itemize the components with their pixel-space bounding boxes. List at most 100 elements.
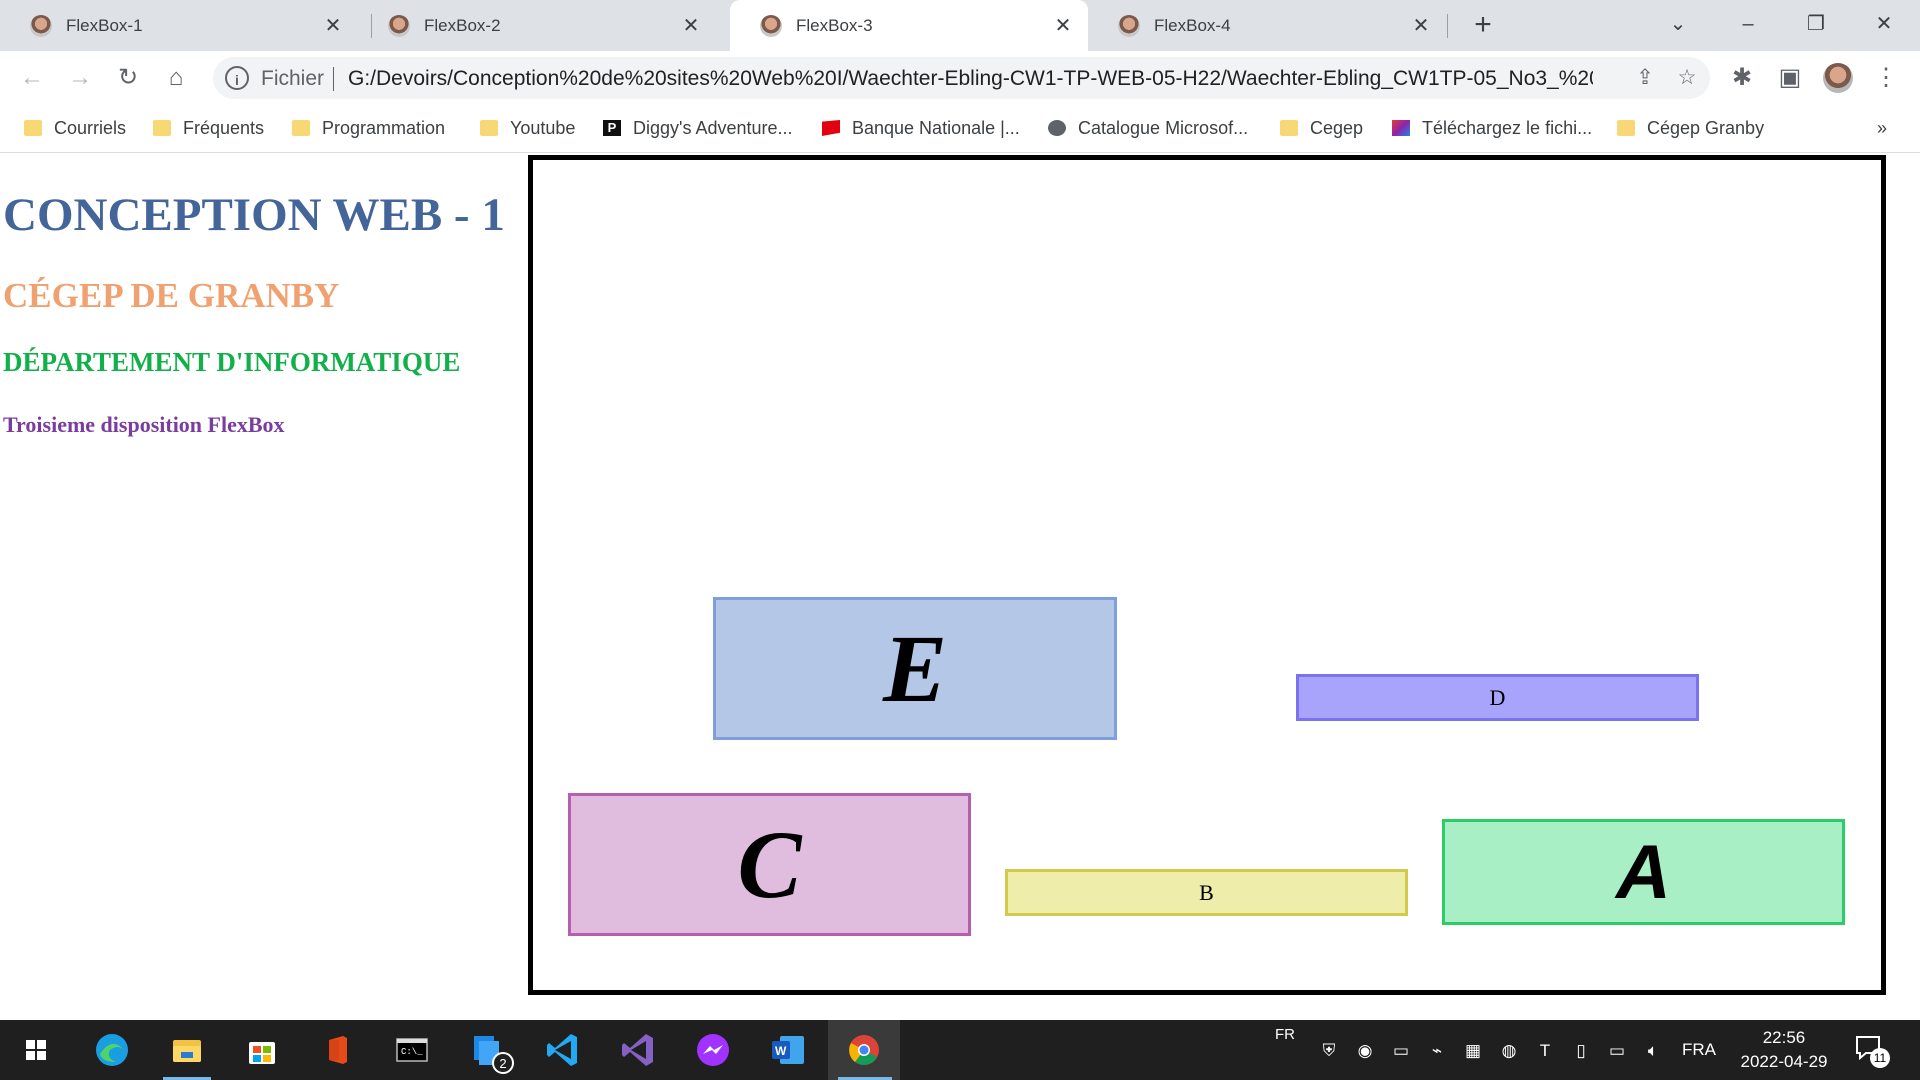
back-icon[interactable]: ← (14, 60, 50, 96)
folder-icon (1280, 120, 1298, 136)
menu-icon[interactable]: ⋮ (1868, 60, 1904, 96)
tab-divider (1447, 14, 1448, 38)
notification-count-badge: 11 (1870, 1048, 1890, 1068)
side-panel-icon[interactable]: ▣ (1772, 60, 1808, 96)
flex-item-d: D (1296, 674, 1699, 721)
tab-search-icon[interactable]: ⌄ (1650, 6, 1706, 42)
folder-icon (24, 120, 42, 136)
address-url[interactable]: G:/Devoirs/Conception%20de%20sites%20Web… (348, 67, 1593, 91)
close-icon[interactable]: ✕ (1048, 13, 1078, 38)
notification-center-icon[interactable]: 11 (1854, 1034, 1894, 1070)
close-icon[interactable]: ✕ (1406, 13, 1436, 38)
store-icon[interactable] (242, 1030, 282, 1070)
tab-favicon (1118, 14, 1140, 37)
page-title: CONCEPTION WEB - 1 (3, 189, 505, 241)
clock-time: 22:56 (1762, 1028, 1806, 1047)
vscode-icon[interactable] (543, 1030, 583, 1070)
bookmark-star-icon[interactable]: ☆ (1673, 64, 1701, 92)
new-tab-button[interactable]: + (1465, 8, 1501, 44)
folder-icon (153, 120, 171, 136)
folder-icon (292, 120, 310, 136)
office-icon[interactable] (317, 1030, 357, 1070)
more-bookmarks-button[interactable]: » (1877, 115, 1887, 141)
layout-caption: Troisieme disposition FlexBox (3, 412, 285, 437)
bookmark-label: Catalogue Microsof... (1078, 117, 1249, 138)
network-activity-icon[interactable]: ⌁ (1426, 1040, 1448, 1062)
sync-icon[interactable]: ◉ (1354, 1040, 1376, 1062)
file-explorer-icon[interactable] (167, 1030, 207, 1070)
bookmark-label: Diggy's Adventure... (633, 117, 793, 138)
tab-favicon (30, 14, 52, 37)
bookmark-cegep-granby[interactable]: Cégep Granby (1617, 115, 1764, 141)
folder-icon (1617, 120, 1635, 136)
browser-toolbar: ← → ↻ ⌂ i Fichier G:/Devoirs/Conception%… (0, 51, 1920, 105)
bookmarks-bar: Courriels Fréquents Programmation Youtub… (0, 105, 1920, 153)
bookmark-frequents[interactable]: Fréquents (153, 115, 264, 141)
bookmark-label: Youtube (510, 117, 576, 138)
diggy-icon: P (603, 120, 621, 136)
tab-favicon (760, 14, 782, 37)
messenger-icon[interactable] (693, 1030, 733, 1070)
site-info-icon[interactable]: i (225, 66, 249, 90)
display-icon[interactable]: ▦ (1462, 1040, 1484, 1062)
task-view-badge: 2 (492, 1052, 514, 1074)
extensions-icon[interactable]: ✱ (1724, 60, 1760, 96)
download-site-icon (1392, 120, 1410, 136)
flex-item-b: B (1005, 869, 1408, 916)
tab-flexbox-4[interactable]: FlexBox-4 ✕ (1088, 0, 1446, 51)
reload-icon[interactable]: ↻ (110, 60, 146, 96)
bookmark-programmation[interactable]: Programmation (292, 115, 445, 141)
teams-icon[interactable]: T (1534, 1040, 1556, 1062)
bookmark-youtube[interactable]: Youtube (480, 115, 575, 141)
close-icon[interactable]: ✕ (676, 13, 706, 38)
page-subtitle: CÉGEP DE GRANBY (3, 276, 340, 315)
bookmark-telechargez[interactable]: Téléchargez le fichi... (1392, 115, 1592, 141)
network-icon[interactable]: ▭ (1606, 1040, 1628, 1062)
word-icon[interactable]: W (768, 1030, 808, 1070)
start-icon[interactable] (16, 1030, 56, 1070)
terminal-icon[interactable]: C:\_ (392, 1030, 432, 1070)
clock[interactable]: 22:56 2022-04-29 (1735, 1026, 1833, 1074)
tab-flexbox-1[interactable]: FlexBox-1 ✕ (0, 0, 358, 51)
globe-icon (1048, 120, 1066, 136)
bookmark-diggy[interactable]: P Diggy's Adventure... (603, 115, 793, 141)
visual-studio-icon[interactable] (618, 1030, 658, 1070)
bookmark-cegep[interactable]: Cegep (1280, 115, 1363, 141)
address-scheme: Fichier (261, 67, 325, 90)
security-icon[interactable]: ⛨ (1318, 1040, 1340, 1062)
tab-flexbox-2[interactable]: FlexBox-2 ✕ (358, 0, 716, 51)
windows-taskbar: C:\_ 2 W FR ⛨ ◉ ▭ ⌁ ▦ ◍ T ▯ ▭ 🔈︎ FRA 22:… (0, 1020, 1920, 1080)
meet-icon[interactable]: ▭ (1390, 1040, 1412, 1062)
department-heading: DÉPARTEMENT D'INFORMATIQUE (3, 347, 461, 377)
keyboard-layout-indicator[interactable]: FR (1275, 1026, 1295, 1043)
edge-icon[interactable] (92, 1030, 132, 1070)
clock-date: 2022-04-29 (1740, 1052, 1828, 1071)
volume-icon[interactable]: 🔈︎ (1642, 1040, 1664, 1062)
folder-icon (480, 120, 498, 136)
bookmark-label: Fréquents (183, 117, 265, 138)
profile-avatar[interactable] (1820, 60, 1856, 96)
restore-button[interactable]: ❐ (1788, 6, 1844, 42)
bookmark-label: Courriels (54, 117, 127, 138)
minimize-button[interactable]: – (1720, 6, 1776, 42)
address-bar[interactable]: i Fichier G:/Devoirs/Conception%20de%20s… (213, 57, 1710, 99)
tab-title: FlexBox-3 (796, 15, 873, 35)
language-indicator[interactable]: FRA (1682, 1040, 1716, 1060)
forward-icon[interactable]: → (62, 60, 98, 96)
tab-title: FlexBox-1 (66, 15, 143, 35)
bookmark-courriels[interactable]: Courriels (24, 115, 126, 141)
share-icon[interactable]: ⇪ (1631, 64, 1659, 92)
tab-title: FlexBox-4 (1154, 15, 1231, 35)
bookmark-label: Programmation (322, 117, 446, 138)
close-icon[interactable]: ✕ (318, 13, 348, 38)
bookmark-label: Banque Nationale |... (852, 117, 1020, 138)
bookmark-banque-nationale[interactable]: Banque Nationale |... (822, 115, 1020, 141)
tab-flexbox-3[interactable]: FlexBox-3 ✕ (730, 0, 1088, 51)
bookmark-catalogue[interactable]: Catalogue Microsof... (1048, 115, 1248, 141)
home-icon[interactable]: ⌂ (158, 60, 194, 96)
chrome-icon[interactable] (844, 1030, 884, 1070)
usb-icon[interactable]: ▯ (1570, 1040, 1592, 1062)
messenger-tray-icon[interactable]: ◍ (1498, 1040, 1520, 1062)
bookmark-label: Cegep (1310, 117, 1364, 138)
close-window-button[interactable]: ✕ (1856, 6, 1912, 42)
